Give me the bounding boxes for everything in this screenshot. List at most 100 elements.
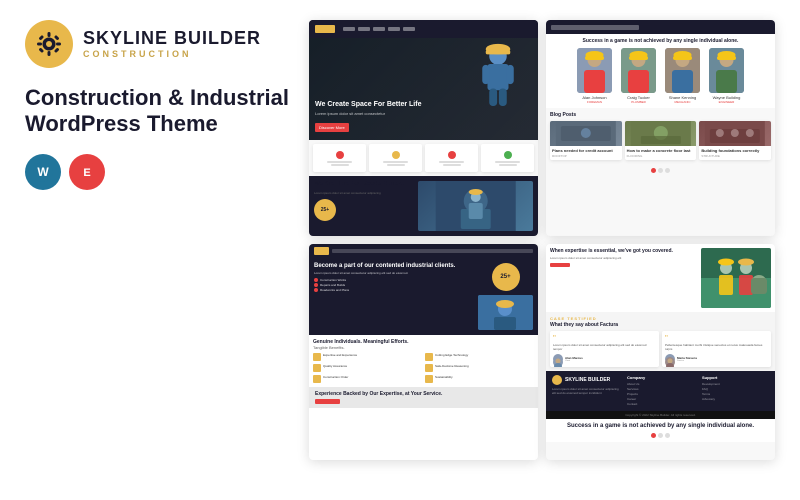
feature-text-4: Safe-Decisive Reasoning xyxy=(435,364,469,368)
hero-button[interactable]: Discover More xyxy=(315,123,349,132)
author-avatar-2 xyxy=(665,354,675,364)
dot-active xyxy=(651,168,656,173)
blog-posts-row: Plans needed for credit account ROOFTOP xyxy=(550,121,771,160)
footer-link-projects[interactable]: Projects xyxy=(627,392,694,396)
genuine-section: Genuine Individuals. Meaningful Efforts.… xyxy=(309,335,538,387)
footer-link-services[interactable]: Services xyxy=(627,387,694,391)
nav-logo-small xyxy=(315,25,335,33)
preview-card-1: We Create Space For Better Life Lorem ip… xyxy=(309,20,538,236)
footer-link-faq[interactable]: FAQ xyxy=(702,387,769,391)
blog-title: Blog Posts xyxy=(550,112,771,118)
become-text: Lorem ipsum dolor sit amet consectetur a… xyxy=(314,271,472,275)
worker-avatar-1 xyxy=(577,48,612,93)
worker-card-3: Shane Kenning MECHANIC xyxy=(663,48,703,104)
svg-text:E: E xyxy=(83,167,90,179)
become-counter: 25+ xyxy=(492,263,520,291)
left-section: SKYLINE BUILDER CONSTRUCTION Constructio… xyxy=(25,20,289,190)
slider-dot-active[interactable] xyxy=(651,433,656,438)
worker-role-4: ENGINEER xyxy=(719,100,735,104)
mini-card-text-1b xyxy=(331,164,349,166)
feature-icon-5 xyxy=(313,375,321,383)
feature-4: Safe-Decisive Reasoning xyxy=(425,364,534,372)
worker-avatar-4 xyxy=(709,48,744,93)
testimonials-section: CASE TESTIFIED What they say about Factu… xyxy=(546,312,775,371)
testimonials-title: What they say about Factura xyxy=(550,322,771,328)
footer-copyright: Copyright © 2022 Skyline Builder. All ri… xyxy=(552,413,769,417)
gear-icon xyxy=(35,30,63,58)
elementor-badge: E xyxy=(69,154,105,190)
counter-badge: 25+ xyxy=(314,199,336,221)
worker-role-3: MECHANIC xyxy=(674,100,690,104)
hero-text-block: We Create Space For Better Life Lorem ip… xyxy=(315,100,421,134)
author-role-1: Client xyxy=(565,360,583,362)
worker-avatar-2 xyxy=(621,48,656,93)
blog-post-title-1: Plans needed for credit account xyxy=(552,148,620,153)
footer-link-dev[interactable]: Development xyxy=(702,382,769,386)
renovate-text: Lorem ipsum dolor sit amet consectetur a… xyxy=(314,191,413,195)
blog-meta-2: FLOORING xyxy=(627,154,695,158)
become-section: Become a part of our contented industria… xyxy=(309,258,538,335)
footer-link-career[interactable]: Career xyxy=(627,397,694,401)
preview-card-2: Success in a game is not achieved by any… xyxy=(546,20,775,236)
blog-meta-3: STRUCTURE xyxy=(701,154,769,158)
footer-col-brand: SKYLINE BUILDER Lorem ipsum dolor sit am… xyxy=(552,375,619,407)
expertise-text: Lorem ipsum dolor sit amet consectetur a… xyxy=(550,256,696,260)
blog-content-2: How to make a concrete floor last FLOORI… xyxy=(625,146,697,160)
footer-logo-icon xyxy=(552,375,562,385)
footer-bar-1 xyxy=(332,249,533,253)
blog-section: Blog Posts Plans needed for credit accou… xyxy=(546,108,775,164)
workers-section: Success in a game is not achieved by any… xyxy=(546,34,775,108)
become-item-2: Repairs and Builds xyxy=(314,283,472,287)
mini-card-4 xyxy=(481,144,534,172)
feature-text-2: Cutting Edge Technology xyxy=(435,353,468,357)
footer-link-advocacy[interactable]: Advocacy xyxy=(702,397,769,401)
mini-card-text-3b xyxy=(443,164,461,166)
mini-card-2 xyxy=(369,144,422,172)
mini-card-text-2 xyxy=(383,161,408,163)
worker-avatar-3 xyxy=(665,48,700,93)
logo-area: SKYLINE BUILDER CONSTRUCTION xyxy=(25,20,289,68)
logo-text-block: SKYLINE BUILDER CONSTRUCTION xyxy=(83,29,261,59)
feature-2: Cutting Edge Technology xyxy=(425,353,534,361)
footer-bottom: Copyright © 2022 Skyline Builder. All ri… xyxy=(546,411,775,419)
mini-card-text-1 xyxy=(327,161,352,163)
wordpress-badge: W xyxy=(25,154,61,190)
slider-dot-2[interactable] xyxy=(665,433,670,438)
mini-card-icon-1 xyxy=(336,151,344,159)
hero-worker-figure xyxy=(468,43,528,113)
quote-icon-2: " xyxy=(665,334,768,343)
mini-card-icon-2 xyxy=(392,151,400,159)
blog-img-2 xyxy=(625,121,697,146)
preview-card-3: Become a part of our contented industria… xyxy=(309,244,538,460)
header-bar-text xyxy=(551,25,639,30)
author-avatar-1 xyxy=(553,354,563,364)
mini-card-text-4b xyxy=(499,164,517,166)
feature-icon-4 xyxy=(425,364,433,372)
blog-post-1: Plans needed for credit account ROOFTOP xyxy=(550,121,622,160)
svg-text:W: W xyxy=(37,165,49,179)
footer-section: SKYLINE BUILDER Lorem ipsum dolor sit am… xyxy=(546,371,775,411)
feature-1: Expertise and Experience xyxy=(313,353,422,361)
feature-icon-1 xyxy=(313,353,321,361)
footer-col-support: Support Development FAQ Terms Advocacy xyxy=(702,375,769,407)
feature-6: Sustainability xyxy=(425,375,534,383)
worker-card-2: Craig Tucker PLUMBER xyxy=(619,48,659,104)
preview-3-header xyxy=(309,244,538,258)
feature-text-1: Expertise and Experience xyxy=(323,353,357,357)
hero-subtitle: Lorem ipsum dolor sit amet consectetur xyxy=(315,111,421,116)
quote-icon-1: " xyxy=(553,334,656,343)
footer-brand: SKYLINE BUILDER xyxy=(565,377,610,383)
footer-link-terms[interactable]: Terms xyxy=(702,392,769,396)
slider-dots xyxy=(550,433,771,438)
become-item-1: Construction Works xyxy=(314,278,472,282)
blog-post-2: How to make a concrete floor last FLOORI… xyxy=(625,121,697,160)
workers-section-title: Success in a game is not achieved by any… xyxy=(550,38,771,44)
footer-link-contact[interactable]: Contact xyxy=(627,402,694,406)
cta-btn[interactable] xyxy=(315,399,340,404)
slider-dot-1[interactable] xyxy=(658,433,663,438)
mini-card-icon-3 xyxy=(448,151,456,159)
footer-link-about[interactable]: About Us xyxy=(627,382,694,386)
worker-role-1: FOREMAN xyxy=(587,100,602,104)
become-image xyxy=(478,295,533,330)
pagination-dots xyxy=(546,164,775,177)
